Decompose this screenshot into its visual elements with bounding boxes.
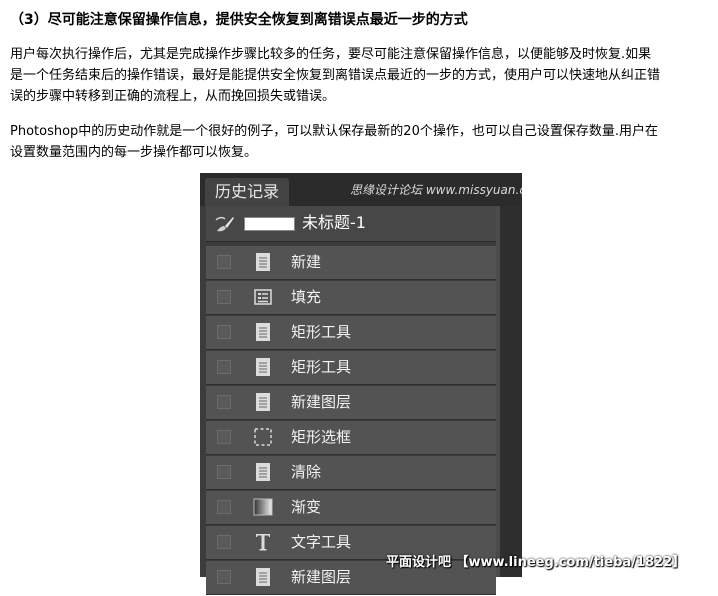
history-item-label: 新建图层	[291, 393, 352, 411]
paragraph-line: 是一个任务结束后的操作错误，最好是能提供安全恢复到离错误点最近的一步的方式，使用…	[10, 68, 661, 83]
fill-icon	[254, 289, 272, 305]
paragraph-undo-info: 用户每次执行操作后，尤其是完成操作步骤比较多的任务，要尽可能注意保留操作信息，以…	[10, 44, 715, 107]
document-icon	[256, 323, 270, 341]
history-snapshot[interactable]: 未标题-1	[206, 206, 496, 242]
document-icon	[256, 568, 270, 586]
history-item-gradient[interactable]: 渐变	[206, 491, 496, 525]
history-source-checkbox[interactable]	[217, 465, 231, 479]
history-source-checkbox[interactable]	[217, 430, 231, 444]
snapshot-thumbnail	[244, 217, 295, 231]
history-source-checkbox[interactable]	[217, 360, 231, 374]
history-source-checkbox[interactable]	[217, 570, 231, 584]
history-item-label: 矩形选框	[291, 428, 352, 446]
document-icon	[256, 393, 270, 411]
history-brush-icon	[215, 216, 234, 232]
document-icon	[256, 253, 270, 271]
history-item-rectangle-tool[interactable]: 矩形工具	[206, 316, 496, 350]
history-item-new-layer[interactable]: 新建图层	[206, 386, 496, 420]
panel-tab-bar: 历史记录 思缘设计论坛 www.missyuan.com	[200, 173, 522, 206]
history-item-label: 文字工具	[291, 533, 352, 551]
history-item-clear[interactable]: 清除	[206, 456, 496, 490]
history-item-fill[interactable]: 填充	[206, 281, 496, 315]
gradient-icon	[253, 498, 273, 516]
article-heading: （3）尽可能注意保留操作信息，提供安全恢复到离错误点最近一步的方式	[10, 12, 468, 28]
watermark-top: 思缘设计论坛 www.missyuan.com	[350, 183, 522, 197]
history-item-label: 矩形工具	[291, 358, 352, 376]
document-icon	[256, 463, 270, 481]
history-item-new[interactable]: 新建	[206, 246, 496, 280]
paragraph-photoshop-example: Photoshop中的历史动作就是一个很好的例子，可以默认保存最新的20个操作，…	[10, 121, 715, 163]
tab-history[interactable]: 历史记录	[205, 178, 289, 206]
history-item-label: 新建	[291, 253, 322, 271]
snapshot-label: 未标题-1	[302, 213, 366, 232]
history-source-checkbox[interactable]	[217, 395, 231, 409]
paragraph-line: 误的步骤中转移到正确的流程上，从而挽回损失或错误。	[10, 89, 336, 104]
history-item-label: 填充	[291, 288, 322, 306]
paragraph-line: 用户每次执行操作后，尤其是完成操作步骤比较多的任务，要尽可能注意保留操作信息，以…	[10, 47, 652, 62]
history-list: 新建 填充 矩形工具 矩形工具 新建图层 矩形选框 清除 渐变 文字工具 新建图…	[206, 246, 496, 596]
history-item-label: 新建图层	[291, 568, 352, 586]
watermark-bottom: 平面设计吧 【www.lineeg.com/tieba/1822】	[386, 555, 686, 570]
paragraph-line: 设置数量范围内的每一步操作都可以恢复。	[10, 145, 258, 160]
marquee-icon	[254, 428, 272, 446]
history-item-rectangle-tool[interactable]: 矩形工具	[206, 351, 496, 385]
history-item-label: 矩形工具	[291, 323, 352, 341]
history-source-checkbox[interactable]	[217, 255, 231, 269]
panel-scroll-edge	[496, 206, 500, 577]
history-source-checkbox[interactable]	[217, 535, 231, 549]
history-source-checkbox[interactable]	[217, 325, 231, 339]
paragraph-line: Photoshop中的历史动作就是一个很好的例子，可以默认保存最新的20个操作，…	[10, 124, 658, 139]
history-item-label: 清除	[291, 463, 322, 481]
history-source-checkbox[interactable]	[217, 500, 231, 514]
history-source-checkbox[interactable]	[217, 290, 231, 304]
history-item-label: 渐变	[291, 498, 322, 516]
type-icon	[256, 534, 270, 551]
document-icon	[256, 358, 270, 376]
history-item-rectangular-marquee[interactable]: 矩形选框	[206, 421, 496, 455]
